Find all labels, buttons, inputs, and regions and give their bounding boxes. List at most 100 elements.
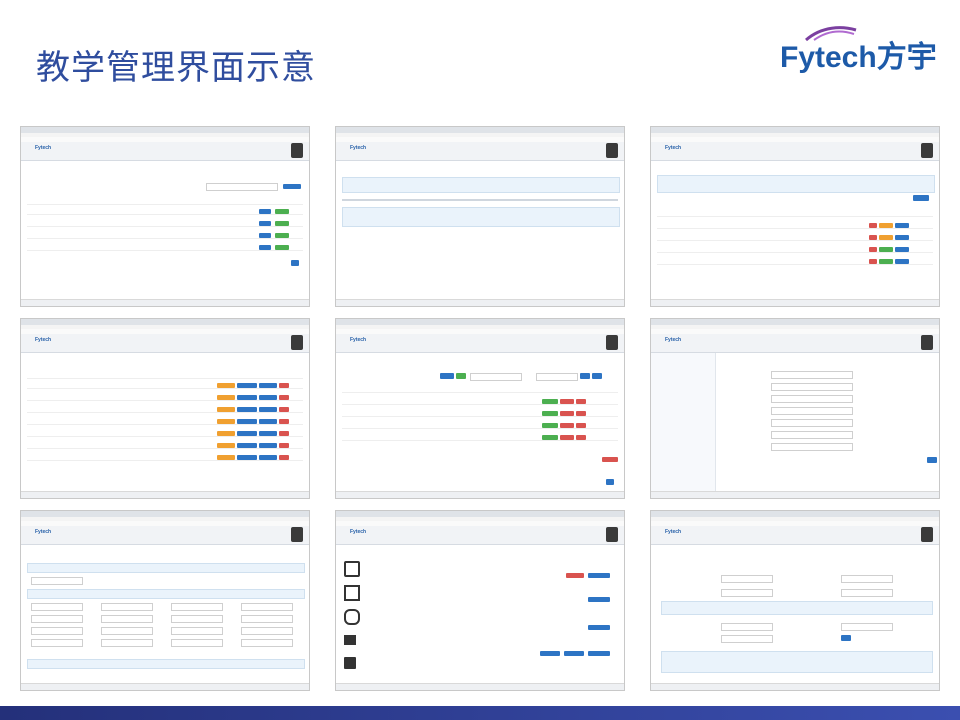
- submit-button[interactable]: [927, 457, 937, 463]
- add-button[interactable]: [913, 195, 929, 201]
- search-input[interactable]: [470, 373, 522, 381]
- manage-button[interactable]: [237, 419, 257, 424]
- edit-button[interactable]: [879, 223, 893, 228]
- sidebar-menu[interactable]: [651, 353, 716, 493]
- form-field[interactable]: [101, 639, 153, 647]
- action-button[interactable]: [542, 411, 558, 416]
- confirm-button[interactable]: [841, 635, 851, 641]
- delete-button[interactable]: [869, 223, 877, 228]
- action-button[interactable]: [542, 423, 558, 428]
- form-field[interactable]: [171, 639, 223, 647]
- import-button[interactable]: [440, 373, 454, 379]
- confirm-button[interactable]: [588, 573, 610, 578]
- query-button[interactable]: [283, 184, 301, 189]
- form-field[interactable]: [101, 603, 153, 611]
- export-button[interactable]: [456, 373, 466, 379]
- form-field[interactable]: [31, 577, 83, 585]
- config-button[interactable]: [259, 431, 277, 436]
- edit-button[interactable]: [217, 383, 235, 388]
- manage-button[interactable]: [237, 383, 257, 388]
- form-field[interactable]: [241, 627, 293, 635]
- edit-button[interactable]: [217, 395, 235, 400]
- delete-button[interactable]: [869, 247, 877, 252]
- config-button[interactable]: [259, 383, 277, 388]
- view-button[interactable]: [275, 245, 289, 250]
- form-field[interactable]: [721, 589, 773, 597]
- form-field[interactable]: [771, 431, 853, 439]
- edit-button[interactable]: [879, 235, 893, 240]
- view-button[interactable]: [275, 221, 289, 226]
- import-button[interactable]: [588, 597, 610, 602]
- config-button[interactable]: [259, 407, 277, 412]
- config-button[interactable]: [259, 395, 277, 400]
- edit-button[interactable]: [259, 233, 271, 238]
- form-field[interactable]: [171, 615, 223, 623]
- check-button[interactable]: [588, 625, 610, 630]
- config-button[interactable]: [259, 443, 277, 448]
- view-button[interactable]: [275, 209, 289, 214]
- form-field[interactable]: [171, 603, 223, 611]
- select-input[interactable]: [206, 183, 278, 191]
- edit-button[interactable]: [217, 407, 235, 412]
- form-field[interactable]: [841, 575, 893, 583]
- form-field[interactable]: [771, 419, 853, 427]
- config-button[interactable]: [259, 455, 277, 460]
- reset-button[interactable]: [566, 573, 584, 578]
- pagination[interactable]: [291, 260, 299, 266]
- delete-button[interactable]: [279, 455, 289, 460]
- action-button[interactable]: [560, 435, 574, 440]
- form-field[interactable]: [841, 589, 893, 597]
- tool-button[interactable]: [540, 651, 560, 656]
- form-field[interactable]: [101, 615, 153, 623]
- enable-button[interactable]: [879, 247, 893, 252]
- delete-button[interactable]: [279, 395, 289, 400]
- delete-button[interactable]: [279, 419, 289, 424]
- edit-button[interactable]: [217, 431, 235, 436]
- manage-button[interactable]: [895, 223, 909, 228]
- delete-button[interactable]: [576, 411, 586, 416]
- form-field[interactable]: [171, 627, 223, 635]
- form-field[interactable]: [241, 639, 293, 647]
- edit-button[interactable]: [217, 443, 235, 448]
- delete-button[interactable]: [279, 431, 289, 436]
- form-field[interactable]: [241, 603, 293, 611]
- form-field[interactable]: [31, 615, 83, 623]
- form-field[interactable]: [31, 627, 83, 635]
- action-button[interactable]: [542, 399, 558, 404]
- manage-button[interactable]: [895, 259, 909, 264]
- action-button[interactable]: [560, 411, 574, 416]
- form-field[interactable]: [771, 395, 853, 403]
- manage-button[interactable]: [895, 247, 909, 252]
- edit-button[interactable]: [259, 221, 271, 226]
- delete-button[interactable]: [279, 443, 289, 448]
- form-field[interactable]: [101, 627, 153, 635]
- search-button[interactable]: [580, 373, 590, 379]
- form-field[interactable]: [31, 603, 83, 611]
- manage-button[interactable]: [237, 431, 257, 436]
- form-field[interactable]: [771, 371, 853, 379]
- delete-button[interactable]: [576, 435, 586, 440]
- manage-button[interactable]: [237, 443, 257, 448]
- form-field[interactable]: [721, 635, 773, 643]
- edit-button[interactable]: [217, 455, 235, 460]
- pagination[interactable]: [606, 479, 614, 485]
- edit-button[interactable]: [259, 245, 271, 250]
- form-field[interactable]: [771, 383, 853, 391]
- delete-button[interactable]: [576, 399, 586, 404]
- form-field[interactable]: [241, 615, 293, 623]
- delete-button[interactable]: [279, 383, 289, 388]
- manage-button[interactable]: [895, 235, 909, 240]
- filter-input[interactable]: [536, 373, 578, 381]
- edit-button[interactable]: [217, 419, 235, 424]
- form-field[interactable]: [841, 623, 893, 631]
- config-button[interactable]: [259, 419, 277, 424]
- action-button[interactable]: [560, 399, 574, 404]
- form-field[interactable]: [771, 407, 853, 415]
- manage-button[interactable]: [237, 395, 257, 400]
- form-field[interactable]: [771, 443, 853, 451]
- view-button[interactable]: [275, 233, 289, 238]
- edit-button[interactable]: [259, 209, 271, 214]
- delete-button[interactable]: [576, 423, 586, 428]
- action-button[interactable]: [542, 435, 558, 440]
- form-field[interactable]: [721, 623, 773, 631]
